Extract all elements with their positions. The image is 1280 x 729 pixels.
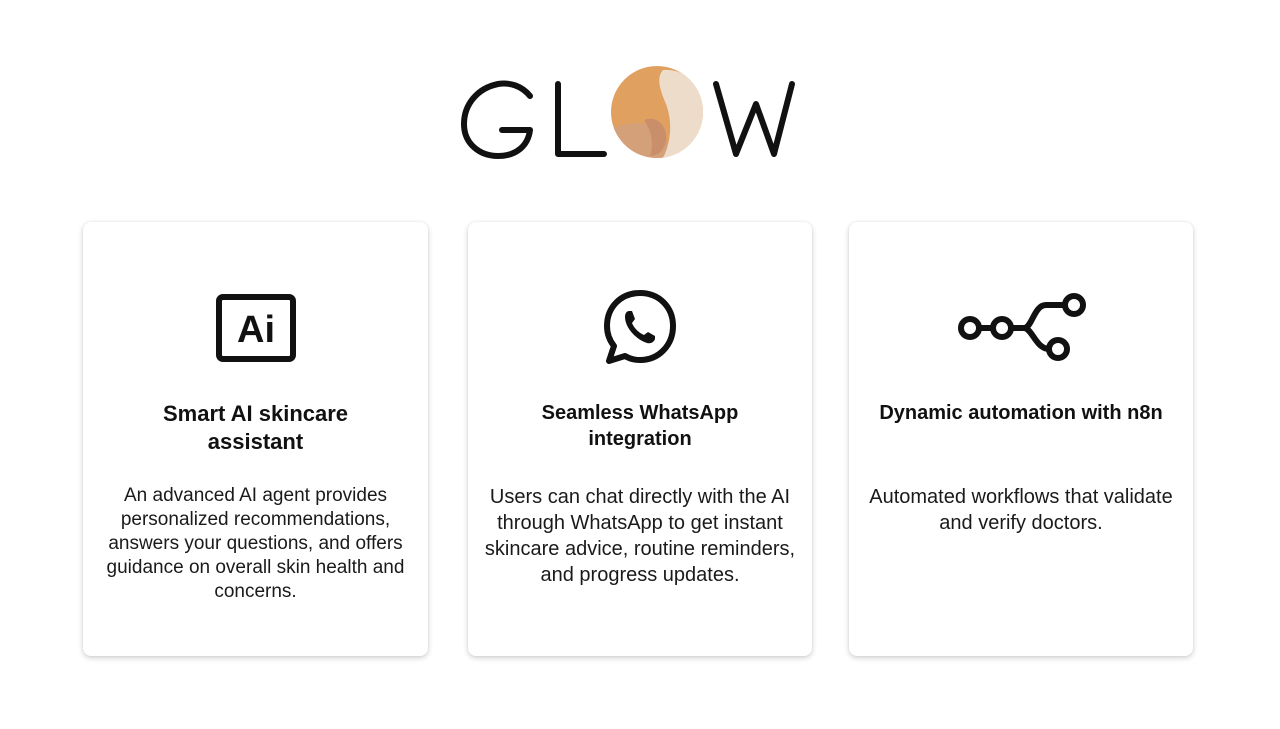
feature-card-ai-assistant: Ai Smart AI skincare assistant An advanc… bbox=[83, 222, 428, 656]
feature-description: Automated workflows that validate and ve… bbox=[869, 486, 1173, 534]
glow-logo-graphic bbox=[461, 66, 795, 159]
feature-description: Users can chat directly with the AI thro… bbox=[484, 486, 796, 586]
feature-title: Smart AI skincare assistant bbox=[162, 401, 349, 454]
feature-card-n8n: Dynamic automation with n8n Automated wo… bbox=[849, 222, 1193, 656]
svg-text:Ai: Ai bbox=[237, 309, 275, 351]
ai-chip-icon: Ai bbox=[83, 288, 428, 368]
n8n-workflow-icon bbox=[849, 288, 1193, 368]
page: Ai Smart AI skincare assistant An advanc… bbox=[0, 0, 1280, 729]
feature-description: An advanced AI agent provides personaliz… bbox=[106, 485, 405, 602]
feature-title: Seamless WhatsApp integration bbox=[541, 402, 739, 450]
whatsapp-icon bbox=[468, 288, 812, 368]
feature-title: Dynamic automation with n8n bbox=[879, 402, 1163, 424]
glow-logo bbox=[458, 60, 798, 165]
feature-card-whatsapp: Seamless WhatsApp integration Users can … bbox=[468, 222, 812, 656]
